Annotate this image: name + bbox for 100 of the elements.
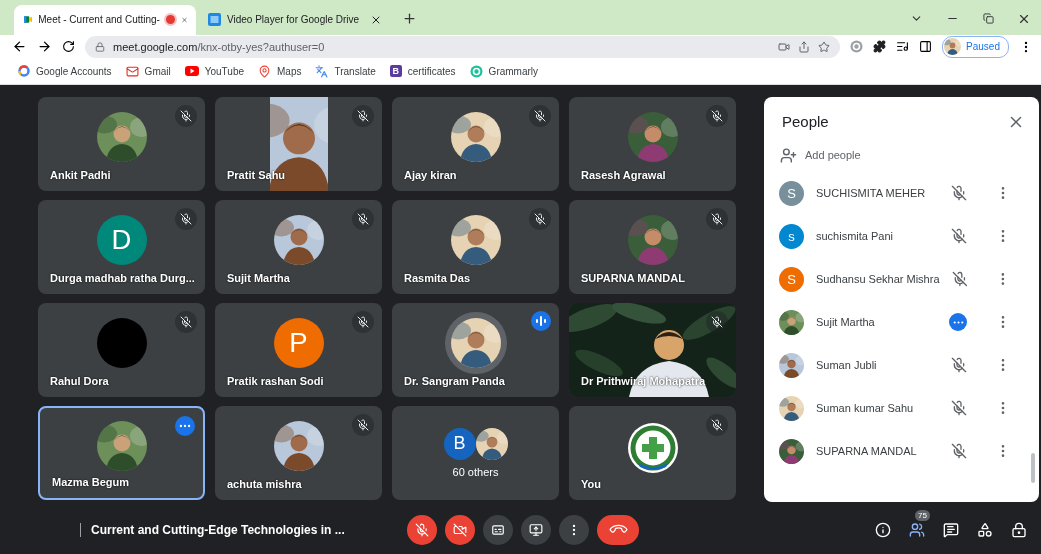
camera-icon[interactable] <box>778 40 791 53</box>
address-bar[interactable]: meet.google.com/knx-otby-yes?authuser=0 <box>85 35 841 58</box>
side-panel-icon[interactable] <box>919 40 933 54</box>
bookmark-link[interactable]: YouTube <box>184 65 245 77</box>
add-people-button[interactable]: Add people <box>778 144 863 166</box>
participant-name: SUPARNA MANDAL <box>816 445 918 458</box>
present-icon[interactable] <box>529 522 543 537</box>
participant-tile[interactable]: Dr. Sangram Panda <box>392 302 559 397</box>
participant-tile[interactable]: Sujit Martha <box>215 199 382 294</box>
mic-off-button[interactable] <box>407 514 437 545</box>
play-icon <box>184 66 199 77</box>
browser-tab[interactable]: Meet - Current and Cutting- <box>14 4 196 35</box>
participant-name: Rahul Dora <box>50 374 109 387</box>
mic-off-icon <box>711 109 723 122</box>
back-button[interactable] <box>12 39 27 55</box>
participant-name: Durga madhab ratha Durg... <box>50 271 195 284</box>
bookmark-link[interactable]: Maps <box>258 64 302 78</box>
avatar-letter: D <box>96 214 147 265</box>
participant-tile[interactable]: Rasmita Das <box>392 199 559 294</box>
participant-tile[interactable]: B 60 others <box>392 405 559 500</box>
ring-icon <box>469 64 483 78</box>
avatar-letter: S <box>779 180 804 206</box>
participant-name: Rasmita Das <box>404 271 471 284</box>
avatar-letter: B <box>443 427 476 460</box>
bookmark-link[interactable]: B certificates <box>389 65 456 78</box>
participant-name: Mazma Begum <box>52 475 130 488</box>
avatar-letter: s <box>779 223 804 249</box>
participant-tile[interactable]: achuta mishra <box>215 405 382 500</box>
shapes-icon[interactable] <box>977 521 993 538</box>
mic-off-icon <box>711 418 723 431</box>
captions-button[interactable] <box>483 514 513 545</box>
mail-icon <box>125 64 139 78</box>
bookmark-link[interactable]: Grammarly <box>469 64 539 78</box>
scrollbar-thumb[interactable] <box>1031 452 1035 483</box>
letter-icon: B <box>389 65 402 78</box>
mic-off-icon <box>357 212 369 225</box>
bookmark-link[interactable]: Google Accounts <box>18 65 112 78</box>
participant-tile[interactable]: You <box>569 405 736 500</box>
mic-off-icon <box>534 212 546 225</box>
new-tab-icon[interactable] <box>401 11 417 27</box>
player-icon <box>208 13 221 27</box>
captions-icon[interactable] <box>491 522 505 537</box>
avatar-letter: S <box>779 266 804 292</box>
bookmark-link[interactable]: Gmail <box>125 64 171 78</box>
share-icon[interactable] <box>798 40 811 53</box>
count-badge: 75 <box>915 509 930 521</box>
restore-icon[interactable] <box>982 13 994 25</box>
participant-tile[interactable]: Ajay kiran <box>392 96 559 191</box>
participant-name: Ajay kiran <box>404 168 457 181</box>
participant-name: Suman Jubli <box>816 359 878 372</box>
reload-button[interactable] <box>62 40 75 54</box>
forward-button[interactable] <box>37 39 52 55</box>
people-icon[interactable] <box>909 521 925 538</box>
emblem-icon <box>627 422 678 473</box>
participant-tile[interactable]: P Pratik rashan Sodi <box>215 302 382 397</box>
participant-tile[interactable]: Mazma Begum <box>38 405 205 500</box>
participant-tile[interactable]: Ankit Padhi <box>38 96 205 191</box>
participant-tile[interactable]: D Durga madhab ratha Durg... <box>38 199 205 294</box>
mic-off-icon <box>711 315 723 328</box>
participant-name: Rasesh Agrawal <box>581 168 666 181</box>
mic-off-icon <box>180 109 192 122</box>
bookmark-link[interactable]: Translate <box>315 64 376 78</box>
mic-off-icon <box>180 315 192 328</box>
participant-tile[interactable]: SUPARNA MANDAL <box>569 199 736 294</box>
map-pin-icon <box>258 64 272 78</box>
browser-tab[interactable]: Video Player for Google Drive <box>198 4 390 35</box>
participant-name: achuta mishra <box>227 477 302 490</box>
participant-tile[interactable]: Rahul Dora <box>38 302 205 397</box>
participant-tile[interactable]: Rasesh Agrawal <box>569 96 736 191</box>
participant-name: Ankit Padhi <box>50 168 111 181</box>
leave-call-button[interactable] <box>597 514 639 545</box>
mic-off-icon <box>357 315 369 328</box>
mic-off-icon <box>534 109 546 122</box>
participant-name: SUPARNA MANDAL <box>581 271 685 284</box>
bookmark-star-icon[interactable] <box>818 40 831 53</box>
camera-off-icon[interactable] <box>453 522 467 537</box>
mic-off-icon <box>180 212 192 225</box>
add-person-icon[interactable] <box>780 146 797 164</box>
panel-title: People <box>782 113 829 131</box>
avatar-letter: P <box>273 317 324 368</box>
participant-name: suchismita Pani <box>816 230 895 243</box>
media-control-icon[interactable] <box>896 40 910 54</box>
participant-name: Sujit Martha <box>816 316 876 329</box>
participant-name: Pratik rashan Sodi <box>227 374 324 387</box>
translate-icon <box>315 64 329 78</box>
mic-off-icon <box>711 212 723 225</box>
lock-icon[interactable] <box>1011 521 1027 538</box>
present-button[interactable] <box>521 514 551 545</box>
participant-name: SUCHISMITA MEHER <box>816 187 927 200</box>
profile-button[interactable]: Paused <box>942 35 1009 58</box>
mic-off-icon[interactable] <box>415 522 429 537</box>
camera-off-button[interactable] <box>445 514 475 545</box>
participant-name: Sudhansu Sekhar Mishra <box>816 273 940 286</box>
info-icon[interactable] <box>875 521 891 538</box>
participant-name: Suman kumar Sahu <box>816 402 915 415</box>
extension-icon[interactable] <box>850 40 864 54</box>
extensions-icon[interactable] <box>873 40 887 54</box>
meeting-title: Current and Cutting-Edge Technologies in ... <box>80 522 391 537</box>
participant-name: Sujit Martha <box>227 271 290 284</box>
chat-icon[interactable] <box>943 521 959 538</box>
